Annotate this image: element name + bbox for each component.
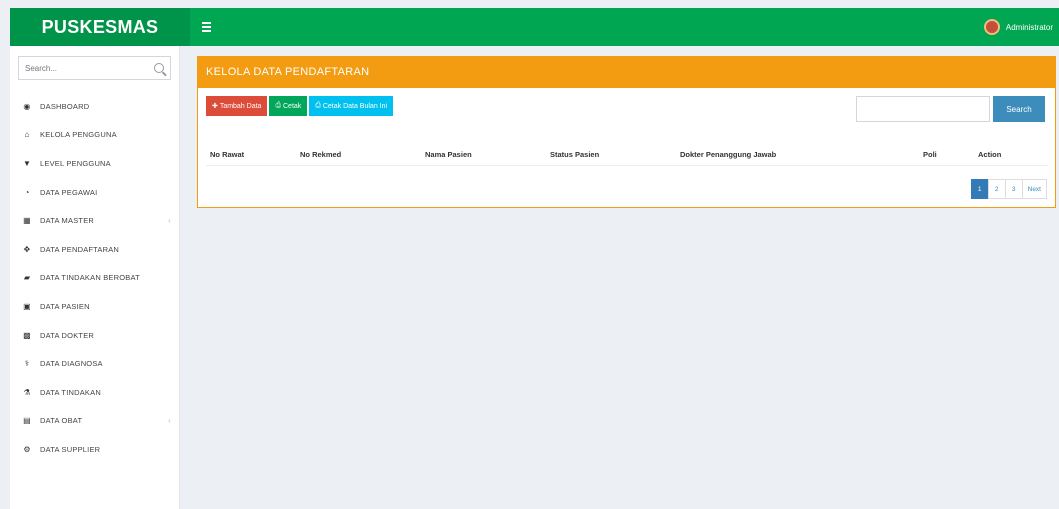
sidebar-item-data-pendaftaran[interactable]: ✥ DATA PENDAFTARAN bbox=[10, 235, 179, 264]
action-icon: ⚗ bbox=[23, 387, 31, 397]
avatar bbox=[983, 19, 1000, 35]
sidebar-item-level-pengguna[interactable]: ▼ LEVEL PENGGUNA bbox=[10, 149, 179, 178]
chevron-left-icon: ‹ bbox=[168, 216, 171, 226]
sidebar-item-data-master[interactable]: ▦ DATA MASTER ‹ bbox=[10, 206, 179, 235]
page-2-button[interactable]: 2 bbox=[987, 179, 1006, 199]
doctor-icon: ▩ bbox=[23, 330, 31, 340]
patient-icon: ▣ bbox=[23, 301, 31, 311]
registration-icon: ✥ bbox=[23, 244, 31, 254]
sidebar-item-label: DATA DOKTER bbox=[40, 330, 95, 340]
panel-title: KELOLA DATA PENDAFTARAN bbox=[198, 56, 1055, 88]
sidebar-item-label: DATA DIAGNOSA bbox=[40, 359, 103, 369]
page-1-button[interactable]: 1 bbox=[970, 179, 989, 199]
dashboard-icon: ◉ bbox=[23, 101, 31, 111]
grid-icon: ▦ bbox=[23, 216, 31, 226]
sidebar-item-label: KELOLA PENGGUNA bbox=[40, 130, 117, 140]
chevron-left-icon: ‹ bbox=[168, 416, 171, 426]
sidebar-item-label: DATA TINDAKAN bbox=[40, 387, 101, 397]
search-icon[interactable] bbox=[154, 63, 164, 73]
sidebar-item-data-pasien[interactable]: ▣ DATA PASIEN bbox=[10, 292, 179, 321]
print-icon: ⎙ bbox=[275, 102, 283, 109]
print-icon: ⎙ bbox=[315, 102, 323, 109]
table-header-row: No Rawat No Rekmed Nama Pasien Status Pa… bbox=[206, 144, 1048, 166]
sidebar-item-label: DASHBOARD bbox=[40, 101, 90, 111]
medicine-icon: ▤ bbox=[23, 416, 31, 426]
sidebar-item-data-tindakan-berobat[interactable]: ▰ DATA TINDAKAN BEROBAT bbox=[10, 264, 179, 293]
page-3-button[interactable]: 3 bbox=[1004, 179, 1023, 199]
print-button[interactable]: ⎙ Cetak bbox=[269, 96, 308, 116]
brand-logo[interactable]: PUSKESMAS bbox=[10, 8, 190, 46]
registration-panel: KELOLA DATA PENDAFTARAN ✚ Tambah Data ⎙ … bbox=[197, 56, 1056, 208]
diagnosis-icon: ⚕ bbox=[24, 359, 30, 369]
sidebar-item-data-dokter[interactable]: ▩ DATA DOKTER bbox=[10, 321, 179, 350]
sidebar-item-dashboard[interactable]: ◉ DASHBOARD bbox=[10, 92, 179, 121]
top-navbar: PUSKESMAS Administrator bbox=[10, 8, 1059, 46]
sidebar-item-label: DATA PEGAWAI bbox=[40, 187, 98, 197]
column-header[interactable]: No Rawat bbox=[206, 144, 296, 166]
sidebar-item-label: DATA TINDAKAN BEROBAT bbox=[40, 273, 140, 283]
column-header[interactable]: Poli bbox=[919, 144, 974, 166]
search-button[interactable]: Search bbox=[993, 96, 1045, 122]
sidebar-item-data-diagnosa[interactable]: ⚕ DATA DIAGNOSA bbox=[10, 349, 179, 378]
sidebar-item-label: LEVEL PENGGUNA bbox=[40, 158, 111, 168]
sidebar-item-label: DATA PENDAFTARAN bbox=[40, 244, 120, 254]
sidebar-item-label: DATA PASIEN bbox=[40, 301, 90, 311]
column-header[interactable]: Status Pasien bbox=[546, 144, 676, 166]
column-header: Action bbox=[974, 144, 1048, 166]
sidebar-search bbox=[18, 56, 171, 80]
next-page-button[interactable]: Next bbox=[1021, 179, 1047, 199]
sidebar-item-label: DATA MASTER bbox=[40, 216, 95, 226]
sidebar-menu: ◉ DASHBOARD ⌂ KELOLA PENGGUNA ▼ LEVEL PENGGUN… bbox=[10, 92, 179, 464]
sidebar-toggle-icon[interactable] bbox=[202, 15, 226, 39]
user-icon: ⌂ bbox=[24, 130, 30, 140]
employee-icon: ◔ bbox=[24, 187, 30, 197]
sidebar-item-label: DATA SUPPLIER bbox=[40, 444, 101, 454]
sidebar-item-data-obat[interactable]: ▤ DATA OBAT ‹ bbox=[10, 407, 179, 436]
pagination: 1 2 3 Next bbox=[970, 179, 1047, 199]
print-monthly-button[interactable]: ⎙ Cetak Data Bulan Ini bbox=[309, 96, 394, 116]
sidebar-item-data-supplier[interactable]: ⚙ DATA SUPPLIER bbox=[10, 435, 179, 464]
level-icon: ▼ bbox=[22, 158, 32, 168]
column-header[interactable]: Dokter Penanggung Jawab bbox=[676, 144, 919, 166]
sidebar-item-data-tindakan[interactable]: ⚗ DATA TINDAKAN bbox=[10, 378, 179, 407]
sidebar: ◉ DASHBOARD ⌂ KELOLA PENGGUNA ▼ LEVEL PENGGUN… bbox=[10, 46, 180, 509]
user-menu[interactable]: Administrator bbox=[983, 19, 1059, 35]
supplier-icon: ⚙ bbox=[23, 444, 31, 454]
sidebar-item-data-pegawai[interactable]: ◔ DATA PEGAWAI bbox=[10, 178, 179, 207]
sidebar-search-input[interactable] bbox=[25, 63, 154, 73]
column-header[interactable]: No Rekmed bbox=[296, 144, 421, 166]
treatment-icon: ▰ bbox=[23, 273, 31, 283]
table-search-input[interactable] bbox=[856, 96, 990, 122]
user-name: Administrator bbox=[1005, 22, 1053, 32]
add-data-button[interactable]: ✚ Tambah Data bbox=[206, 96, 268, 116]
registration-table: No Rawat No Rekmed Nama Pasien Status Pa… bbox=[206, 144, 1048, 166]
column-header[interactable]: Nama Pasien bbox=[421, 144, 546, 166]
sidebar-item-kelola-pengguna[interactable]: ⌂ KELOLA PENGGUNA bbox=[10, 121, 179, 150]
plus-icon: ✚ bbox=[212, 103, 220, 110]
sidebar-item-label: DATA OBAT bbox=[40, 416, 83, 426]
